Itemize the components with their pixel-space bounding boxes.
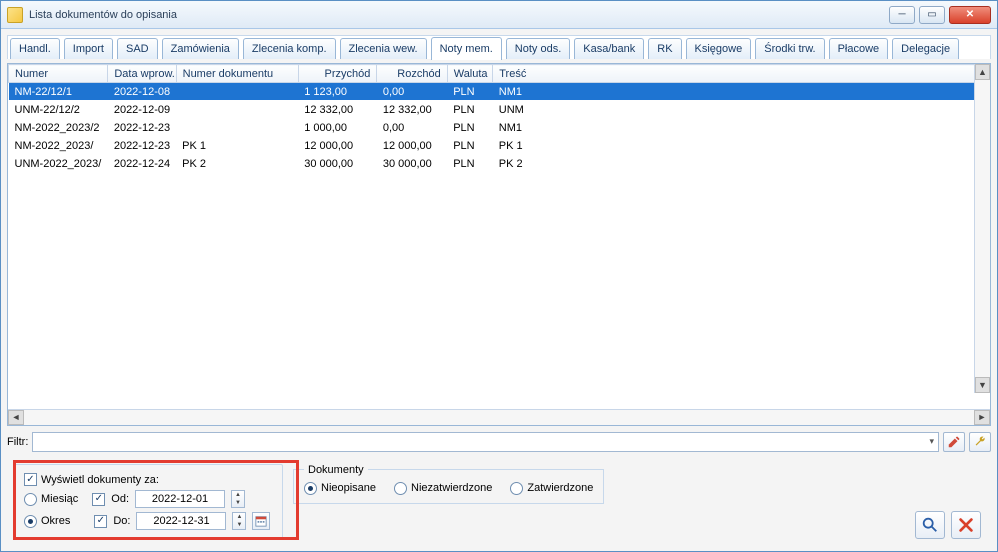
tab-p-acowe[interactable]: Płacowe (829, 38, 889, 59)
filter-clear-button[interactable] (943, 432, 965, 452)
calendar-icon (255, 515, 267, 527)
column-header[interactable]: Data wprow. (108, 65, 176, 83)
od-label: Od: (111, 493, 129, 505)
table-row[interactable]: NM-2022_2023/22022-12-231 000,000,00PLNN… (9, 119, 990, 137)
tab-zlecenia-komp-[interactable]: Zlecenia komp. (243, 38, 336, 59)
table-row[interactable]: UNM-22/12/22022-12-0912 332,0012 332,00P… (9, 101, 990, 119)
column-header[interactable]: Przychód (298, 65, 377, 83)
documents-legend: Dokumenty (304, 464, 368, 476)
titlebar: Lista dokumentów do opisania ─ ▭ ✕ (1, 1, 997, 29)
pencil-icon (947, 435, 961, 449)
radio-icon (24, 515, 37, 528)
period-radio[interactable]: Okres (24, 515, 70, 528)
filter-input[interactable] (32, 432, 939, 452)
window-title: Lista dokumentów do opisania (29, 9, 889, 21)
wrench-icon (973, 435, 987, 449)
search-button[interactable] (915, 511, 945, 539)
delete-button[interactable] (951, 511, 981, 539)
do-spinner[interactable]: ▲▼ (232, 512, 246, 530)
document-grid: NumerData wprow.Numer dokumentuPrzychódR… (7, 63, 991, 426)
date-filter-panel: Wyświetl dokumenty za: Miesiąc Od: 2022-… (13, 464, 283, 540)
tab-kasa-bank[interactable]: Kasa/bank (574, 38, 644, 59)
month-radio[interactable]: Miesiąc (24, 493, 78, 506)
od-spinner[interactable]: ▲▼ (231, 490, 245, 508)
calendar-button[interactable] (252, 512, 270, 530)
close-button[interactable]: ✕ (949, 6, 991, 24)
unconfirmed-radio[interactable]: Niezatwierdzone (394, 482, 492, 495)
tab-zam-wienia[interactable]: Zamówienia (162, 38, 239, 59)
table-row[interactable]: NM-22/12/12022-12-081 123,000,00PLNNM1 (9, 83, 990, 101)
tab-zlecenia-wew-[interactable]: Zlecenia wew. (340, 38, 427, 59)
radio-icon (304, 482, 317, 495)
column-header[interactable]: Numer (9, 65, 108, 83)
tab-rk[interactable]: RK (648, 38, 681, 59)
tab-noty-ods-[interactable]: Noty ods. (506, 38, 570, 59)
radio-icon (394, 482, 407, 495)
checkbox-icon (24, 473, 37, 486)
app-icon (7, 7, 23, 23)
scroll-left-icon[interactable]: ◄ (8, 410, 24, 425)
filter-label: Filtr: (7, 436, 28, 448)
column-header[interactable]: Numer dokumentu (176, 65, 298, 83)
tab-delegacje[interactable]: Delegacje (892, 38, 959, 59)
magnifier-icon (921, 516, 939, 534)
column-header[interactable]: Waluta (447, 65, 493, 83)
confirmed-radio[interactable]: Zatwierdzone (510, 482, 593, 495)
horizontal-scrollbar[interactable]: ◄ ► (8, 409, 990, 425)
radio-icon (510, 482, 523, 495)
show-documents-checkbox[interactable]: Wyświetl dokumenty za: (24, 473, 159, 486)
tab-noty-mem-[interactable]: Noty mem. (431, 37, 502, 60)
tab--rodki-trw-[interactable]: Środki trw. (755, 38, 824, 59)
maximize-button[interactable]: ▭ (919, 6, 945, 24)
table-row[interactable]: UNM-2022_2023/2022-12-24PK 230 000,0030 … (9, 155, 990, 173)
minimize-button[interactable]: ─ (889, 6, 915, 24)
od-checkbox[interactable] (92, 493, 105, 506)
do-label: Do: (113, 515, 130, 527)
documents-status-group: Dokumenty Nieopisane Niezatwierdzone Zat… (293, 464, 604, 504)
vertical-scrollbar[interactable]: ▲ ▼ (974, 64, 990, 393)
table-row[interactable]: NM-2022_2023/2022-12-23PK 112 000,0012 0… (9, 137, 990, 155)
tab-sad[interactable]: SAD (117, 38, 158, 59)
tab-handl-[interactable]: Handl. (10, 38, 60, 59)
column-header[interactable]: Treść (493, 65, 990, 83)
tab-ksi-gowe[interactable]: Księgowe (686, 38, 752, 59)
tab-import[interactable]: Import (64, 38, 113, 59)
scroll-right-icon[interactable]: ► (974, 410, 990, 425)
column-header[interactable]: Rozchód (377, 65, 447, 83)
x-icon (957, 516, 975, 534)
do-date-input[interactable]: 2022-12-31 (136, 512, 226, 530)
scroll-down-icon[interactable]: ▼ (975, 377, 990, 393)
radio-icon (24, 493, 37, 506)
scroll-up-icon[interactable]: ▲ (975, 64, 990, 80)
unassigned-radio[interactable]: Nieopisane (304, 482, 376, 495)
tab-bar: Handl.ImportSADZamówieniaZlecenia komp.Z… (7, 35, 991, 59)
od-date-input[interactable]: 2022-12-01 (135, 490, 225, 508)
filter-settings-button[interactable] (969, 432, 991, 452)
do-checkbox[interactable] (94, 515, 107, 528)
